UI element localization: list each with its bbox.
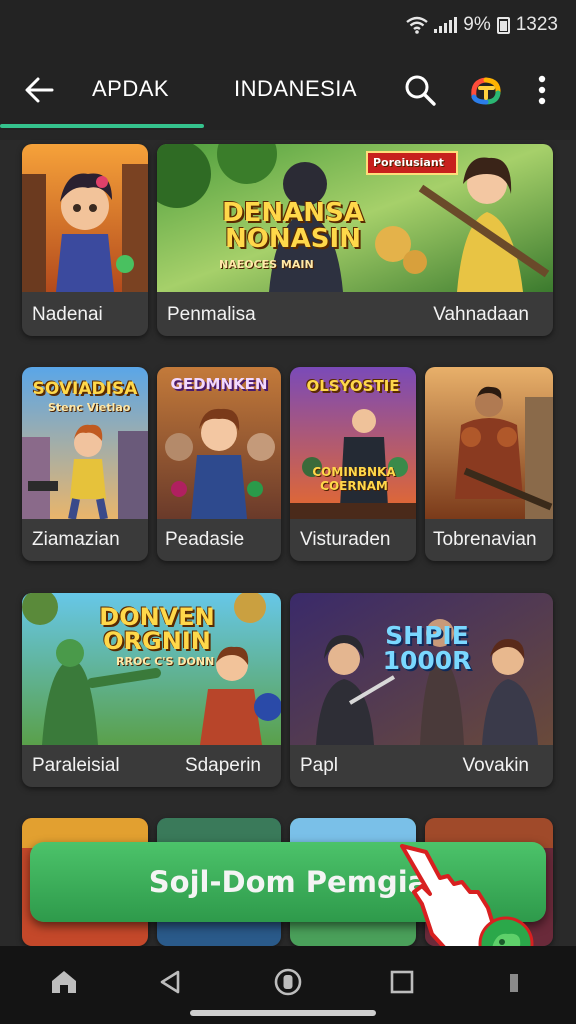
battery-percent: 9%	[463, 14, 491, 35]
cta-label: Sojl-Dom Pemgia	[148, 865, 428, 899]
art-badge: Poreiusiant	[373, 156, 444, 169]
selected-tab-indicator	[0, 124, 204, 128]
game-title: Visturaden	[300, 529, 391, 550]
art-subtitle: COMINBNKA COERNAM	[312, 465, 396, 493]
game-artwork: GEDMNKEN	[157, 367, 281, 519]
art-title: DENANSA NONASIN	[222, 198, 364, 254]
art-title: GEDMNKEN	[170, 375, 268, 393]
game-artwork: Poreiusiant DENANSA NONASIN NAEOCES MAIN	[157, 144, 553, 292]
art-title: SOVIADISA	[32, 379, 138, 399]
art-title: OLSYOSTIE	[306, 377, 400, 395]
nav-recents-button[interactable]	[266, 960, 310, 1004]
back-triangle-icon	[160, 970, 180, 994]
search-button[interactable]	[400, 70, 440, 110]
art-subtitle: RROC C'S DONN	[116, 655, 215, 668]
game-artwork	[22, 144, 148, 292]
nav-home-button[interactable]	[42, 960, 86, 1004]
game-card-featured[interactable]: Poreiusiant DENANSA NONASIN NAEOCES MAIN…	[157, 144, 553, 336]
game-artwork	[425, 367, 553, 519]
arrow-left-icon	[25, 77, 54, 103]
tab-indanesia[interactable]: INDANESIA	[234, 76, 357, 102]
colorful-logo-icon	[471, 77, 501, 105]
game-title: Sdaperin	[184, 755, 261, 776]
game-card[interactable]: DONVEN ORGNIN RROC C'S DONN Paraleisial …	[22, 593, 281, 787]
game-card[interactable]: Nadenai	[22, 144, 148, 336]
art-subtitle: Stenc Vietlao	[48, 401, 131, 414]
game-card[interactable]: Tobrenavian	[425, 367, 553, 561]
signal-icon	[434, 17, 458, 33]
more-options-button[interactable]	[522, 70, 562, 110]
app-bar: APDAK INDANESIA	[0, 52, 576, 130]
game-card[interactable]: SOVIADISA Stenc Vietlao Ziamazian	[22, 367, 148, 561]
game-artwork: OLSYOSTIE COMINBNKA COERNAM	[290, 367, 416, 519]
tray-icon	[510, 974, 518, 992]
tab-apdak[interactable]: APDAK	[92, 76, 169, 102]
nav-tray-button[interactable]	[492, 960, 536, 1004]
art-subtitle: NAEOCES MAIN	[219, 258, 314, 271]
gesture-home-bar[interactable]	[190, 1010, 376, 1016]
game-artwork: DONVEN ORGNIN RROC C'S DONN	[22, 593, 281, 745]
home-icon	[52, 971, 76, 993]
game-title: Penmalisa	[167, 304, 256, 325]
square-icon	[390, 970, 414, 994]
game-artwork: SHPIE 1000R	[290, 593, 553, 745]
art-title: SHPIE 1000R	[382, 621, 472, 675]
game-card[interactable]: SHPIE 1000R Papl Vovakin	[290, 593, 553, 787]
status-bar: 9% 1323	[0, 0, 576, 52]
game-card[interactable]: OLSYOSTIE COMINBNKA COERNAM Visturaden	[290, 367, 416, 561]
game-title: Vahnadaan	[433, 304, 529, 325]
art-title: DONVEN ORGNIN	[99, 603, 215, 655]
game-title: Nadenai	[32, 304, 103, 325]
more-vert-icon	[538, 75, 546, 105]
back-button[interactable]	[18, 70, 62, 110]
nav-overview-button[interactable]	[380, 960, 424, 1004]
game-title: Peadasie	[165, 529, 245, 550]
game-card[interactable]: GEDMNKEN Peadasie	[157, 367, 281, 561]
search-icon	[405, 75, 436, 106]
game-title: Paraleisial	[32, 755, 120, 776]
recents-circle-icon	[274, 968, 302, 996]
game-artwork: SOVIADISA Stenc Vietlao	[22, 367, 148, 519]
game-title: Papl	[300, 755, 339, 776]
clock: 1323	[515, 14, 558, 35]
game-title: Ziamazian	[32, 529, 120, 550]
game-title: Vovakin	[462, 755, 529, 776]
game-title: Tobrenavian	[433, 529, 537, 550]
wifi-icon	[406, 16, 428, 34]
battery-icon	[496, 16, 510, 34]
app-logo-button[interactable]	[466, 70, 506, 110]
nav-back-button[interactable]	[148, 960, 192, 1004]
